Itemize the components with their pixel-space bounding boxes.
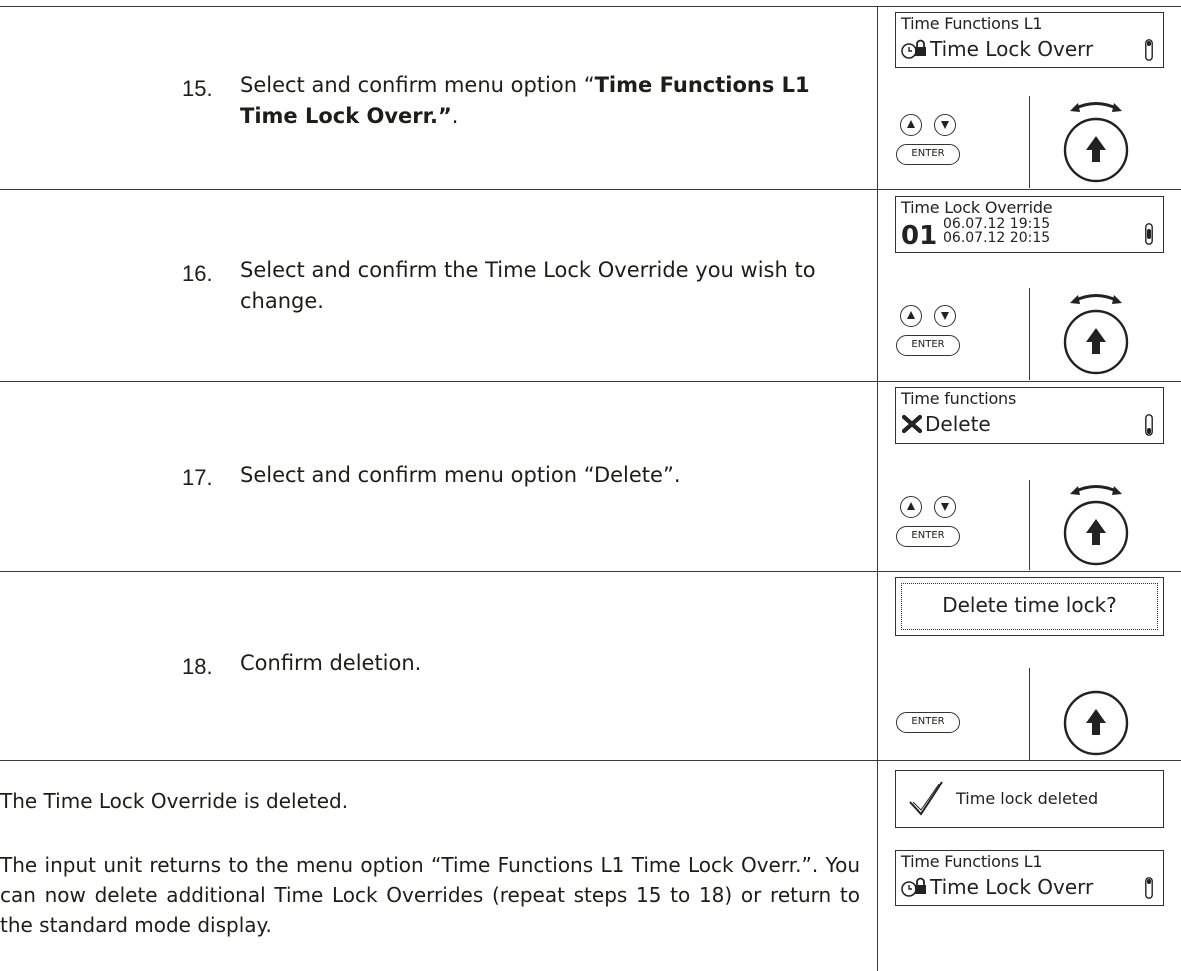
rotary-knob-icon[interactable] <box>1056 476 1136 566</box>
rotary-knob-icon[interactable] <box>1056 93 1136 183</box>
enter-key[interactable]: ENTER <box>896 335 960 356</box>
rotary-knob-icon[interactable] <box>1056 666 1136 756</box>
table-rule <box>0 381 1181 382</box>
scrollbar-icon <box>1145 877 1153 899</box>
step-instruction: Confirm deletion. <box>240 651 422 675</box>
step-number: 16. <box>182 261 213 286</box>
table-rule <box>0 760 1181 761</box>
override-start: 06.07.12 19:15 <box>943 216 1051 232</box>
down-arrow-key[interactable] <box>934 305 956 327</box>
rotary-knob-icon[interactable] <box>1056 285 1136 375</box>
down-arrow-key[interactable] <box>934 114 956 136</box>
keypad: ENTER <box>896 305 966 365</box>
lcd-menu-item: Delete <box>925 412 991 436</box>
lcd-title: Time Lock Override <box>901 198 1053 217</box>
lcd-display: Time Lock Override 01 06.07.12 19:15 06.… <box>895 196 1164 253</box>
override-number: 01 <box>901 221 938 251</box>
enter-key[interactable]: ENTER <box>896 712 960 733</box>
step-instruction: Select and confirm menu option “Time Fun… <box>240 73 810 128</box>
lcd-menu-item: Time Lock Overr <box>930 37 1094 61</box>
result-text: The Time Lock Override is deleted. <box>0 789 349 813</box>
scrollbar-icon <box>1145 414 1153 436</box>
scrollbar-icon <box>1145 39 1153 61</box>
control-divider <box>1029 480 1030 570</box>
confirm-prompt: Delete time lock? <box>942 593 1117 617</box>
lcd-display: Time Functions L1 Time Lock Overr <box>895 12 1164 68</box>
lcd-title: Time Functions L1 <box>901 852 1043 871</box>
lcd-display: Delete time lock? <box>895 577 1164 636</box>
checkmark-icon <box>909 781 943 816</box>
lcd-status: Time lock deleted <box>956 789 1099 808</box>
up-arrow-key[interactable] <box>900 114 922 136</box>
keypad: ENTER <box>896 114 966 174</box>
lcd-menu-item: Time Lock Overr <box>930 875 1094 899</box>
result-text: The input unit returns to the menu optio… <box>0 853 860 937</box>
step-number: 18. <box>182 654 213 679</box>
control-divider <box>1029 288 1030 380</box>
lcd-display: Time Functions L1 Time Lock Overr <box>895 850 1164 906</box>
lcd-display: Time lock deleted <box>895 770 1164 828</box>
lcd-title: Time Functions L1 <box>901 14 1043 33</box>
column-divider <box>877 6 878 971</box>
control-divider <box>1029 668 1030 760</box>
table-rule <box>0 189 1181 190</box>
override-end: 06.07.12 20:15 <box>943 230 1051 246</box>
enter-key[interactable]: ENTER <box>896 526 960 547</box>
scrollbar-icon <box>1145 223 1153 245</box>
table-rule-top <box>0 6 1181 7</box>
down-arrow-key[interactable] <box>934 496 956 518</box>
keypad: ENTER <box>896 496 966 556</box>
lcd-display: Time functions Delete <box>895 387 1164 444</box>
lcd-title: Time functions <box>901 389 1017 408</box>
step-number: 15. <box>182 76 213 101</box>
up-arrow-key[interactable] <box>900 496 922 518</box>
table-rule <box>0 571 1181 572</box>
enter-key[interactable]: ENTER <box>896 144 960 165</box>
clock-lock-icon <box>901 39 926 59</box>
clock-lock-icon <box>901 877 926 897</box>
delete-x-icon <box>901 414 923 434</box>
step-instruction: Select and confirm the Time Lock Overrid… <box>240 258 816 313</box>
up-arrow-key[interactable] <box>900 305 922 327</box>
control-divider <box>1029 96 1030 188</box>
step-number: 17. <box>182 465 213 490</box>
step-instruction: Select and confirm menu option “Delete”. <box>240 463 681 487</box>
